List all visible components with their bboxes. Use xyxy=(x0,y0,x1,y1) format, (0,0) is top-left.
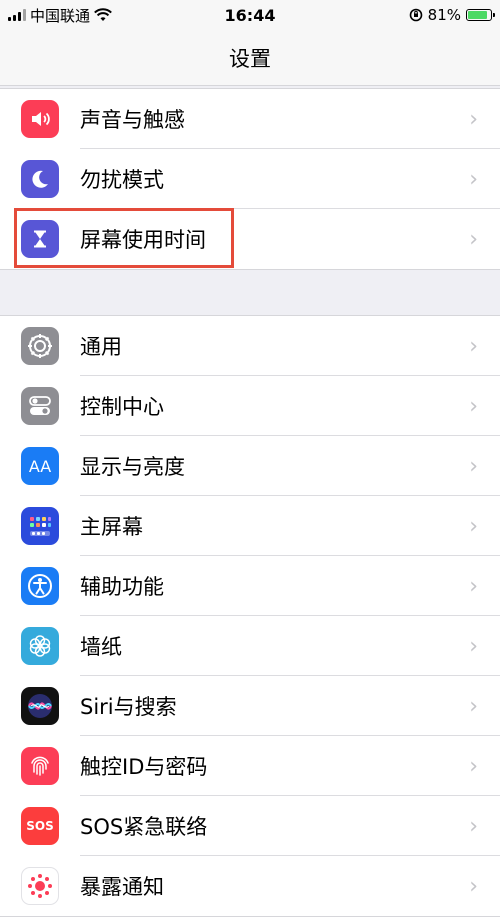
settings-row-wallpaper[interactable]: 墙纸 › xyxy=(0,616,500,676)
settings-row-do-not-disturb[interactable]: 勿扰模式 › xyxy=(0,149,500,209)
settings-row-label: 声音与触感 xyxy=(80,108,185,132)
wifi-icon xyxy=(94,8,112,21)
accessibility-icon xyxy=(21,567,59,605)
chevron-right-icon: › xyxy=(469,393,478,419)
page-title: 设置 xyxy=(229,46,271,71)
chevron-right-icon: › xyxy=(469,573,478,599)
settings-row-exposure-notifications[interactable]: 暴露通知 › xyxy=(0,856,500,916)
cellular-signal-icon xyxy=(8,9,26,21)
chevron-right-icon: › xyxy=(469,693,478,719)
settings-row-label: 屏幕使用时间 xyxy=(80,228,206,252)
settings-row-label: 控制中心 xyxy=(80,395,164,419)
chevron-right-icon: › xyxy=(469,753,478,779)
settings-row-label: 通用 xyxy=(80,335,122,359)
settings-row-label: 墙纸 xyxy=(80,635,122,659)
chevron-right-icon: › xyxy=(469,633,478,659)
settings-row-screen-time[interactable]: 屏幕使用时间 › xyxy=(0,209,500,269)
orientation-lock-icon xyxy=(409,8,422,22)
toggles-icon xyxy=(21,387,59,425)
settings-row-label: 触控ID与密码 xyxy=(80,755,208,779)
hourglass-icon xyxy=(21,220,59,258)
navigation-bar: 设置 xyxy=(0,30,500,86)
battery-icon xyxy=(466,9,495,21)
fingerprint-icon xyxy=(21,747,59,785)
home-grid-icon xyxy=(21,507,59,545)
settings-row-siri[interactable]: Siri与搜索 › xyxy=(0,676,500,736)
sos-glyph: SOS xyxy=(26,819,54,833)
carrier-name: 中国联通 xyxy=(30,6,91,25)
exposure-icon xyxy=(21,867,59,905)
settings-group-1: 声音与触感 › 勿扰模式 › 屏幕使用时间 › xyxy=(0,88,500,270)
settings-row-home-screen[interactable]: 主屏幕 › xyxy=(0,496,500,556)
flower-icon xyxy=(21,627,59,665)
settings-row-label: 辅助功能 xyxy=(80,575,164,599)
aa-glyph: AA xyxy=(28,456,52,476)
settings-row-label: 勿扰模式 xyxy=(80,168,164,192)
battery-percent: 81% xyxy=(427,6,461,24)
settings-row-label: SOS紧急联络 xyxy=(80,815,208,839)
gear-icon xyxy=(21,327,59,365)
settings-row-accessibility[interactable]: 辅助功能 › xyxy=(0,556,500,616)
chevron-right-icon: › xyxy=(469,333,478,359)
chevron-right-icon: › xyxy=(469,873,478,899)
speaker-icon xyxy=(21,100,59,138)
settings-row-label: 主屏幕 xyxy=(80,515,143,539)
aa-icon: AA xyxy=(21,447,59,485)
settings-row-sounds[interactable]: 声音与触感 › xyxy=(0,89,500,149)
chevron-right-icon: › xyxy=(469,513,478,539)
settings-row-touch-id[interactable]: 触控ID与密码 › xyxy=(0,736,500,796)
settings-row-label: 显示与亮度 xyxy=(80,455,185,479)
sos-icon: SOS xyxy=(21,807,59,845)
chevron-right-icon: › xyxy=(469,106,478,132)
chevron-right-icon: › xyxy=(469,226,478,252)
settings-group-2: 通用 › 控制中心 › AA 显示与亮度 › 主屏幕 › 辅助功能 › 墙纸 ›… xyxy=(0,315,500,917)
settings-row-general[interactable]: 通用 › xyxy=(0,316,500,376)
settings-row-emergency-sos[interactable]: SOS SOS紧急联络 › xyxy=(0,796,500,856)
siri-icon xyxy=(21,687,59,725)
chevron-right-icon: › xyxy=(469,453,478,479)
settings-row-label: 暴露通知 xyxy=(80,875,164,899)
chevron-right-icon: › xyxy=(469,813,478,839)
chevron-right-icon: › xyxy=(469,166,478,192)
settings-row-control-center[interactable]: 控制中心 › xyxy=(0,376,500,436)
settings-row-label: Siri与搜索 xyxy=(80,695,177,719)
moon-icon xyxy=(21,160,59,198)
settings-row-display[interactable]: AA 显示与亮度 › xyxy=(0,436,500,496)
status-bar: 中国联通 16:44 81% xyxy=(0,0,500,30)
